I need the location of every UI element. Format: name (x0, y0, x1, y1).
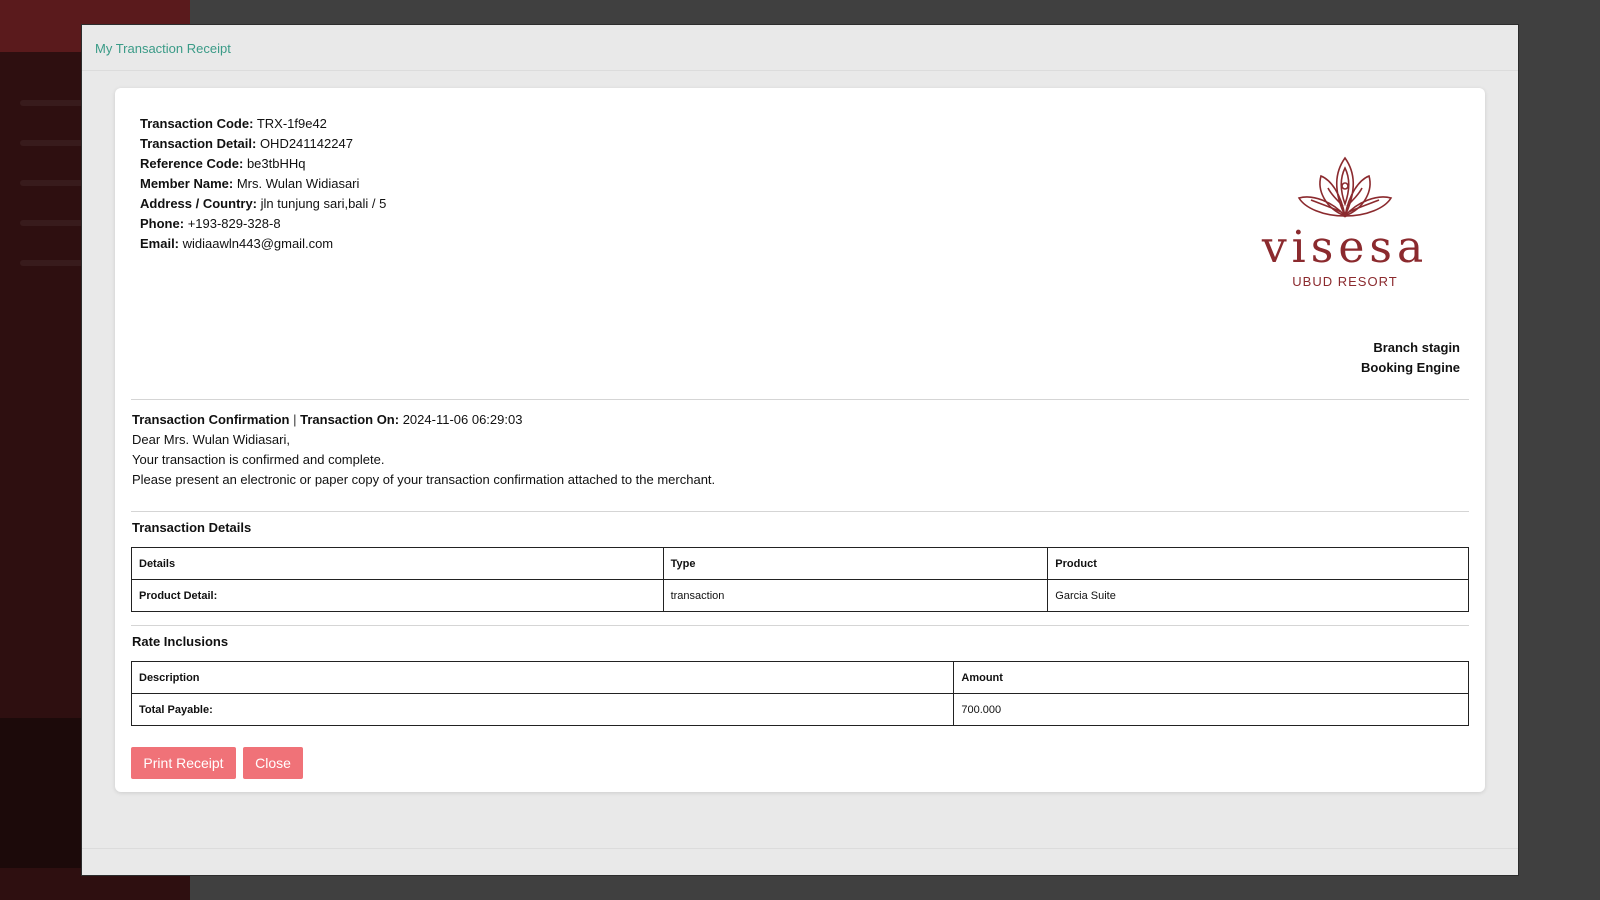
modal-title: My Transaction Receipt (95, 41, 231, 56)
phone-row: Phone: +193-829-328-8 (140, 214, 386, 234)
background-nav-item (20, 100, 90, 106)
confirmation-line-1: Your transaction is confirmed and comple… (132, 452, 385, 467)
modal-footer (82, 848, 1518, 849)
column-header: Details (131, 547, 664, 580)
transaction-code-row: Transaction Code: TRX-1f9e42 (140, 114, 386, 134)
transaction-details-title: Transaction Details (132, 520, 252, 535)
table-header-row: Description Amount (130, 661, 1469, 694)
booking-engine-label: Booking Engine (1361, 360, 1460, 375)
transaction-detail-value: OHD241142247 (259, 136, 353, 151)
logo-wordmark: visesa (1261, 222, 1429, 273)
column-header: Type (662, 547, 1049, 580)
transaction-details-table: Details Type Product Product Detail: tra… (131, 547, 1469, 612)
address-value: jln tunjung sari,bali / 5 (260, 196, 387, 211)
modal-header: My Transaction Receipt (82, 25, 1518, 71)
reference-code-label: Reference Code: (140, 156, 244, 171)
table-header-row: Details Type Product (131, 547, 1469, 580)
print-receipt-button[interactable]: Print Receipt (131, 747, 236, 779)
divider (131, 625, 1469, 626)
divider (131, 399, 1469, 400)
email-row: Email: widiaawln443@gmail.com (140, 234, 386, 254)
email-value: widiaawln443@gmail.com (182, 236, 334, 251)
branch-info: Branch stagin Booking Engine (1361, 338, 1460, 378)
member-name-row: Member Name: Mrs. Wulan Widiasari (140, 174, 386, 194)
table-cell: Product Detail: (131, 579, 664, 612)
table-cell: transaction (662, 579, 1049, 612)
resort-logo: visesa UBUD RESORT (1247, 154, 1443, 300)
column-header: Amount (953, 661, 1469, 694)
member-info: Transaction Code: TRX-1f9e42 Transaction… (140, 114, 386, 254)
confirmation-line-2: Please present an electronic or paper co… (132, 472, 716, 487)
member-name-label: Member Name: (140, 176, 234, 191)
column-header: Product (1047, 547, 1469, 580)
member-name-value: Mrs. Wulan Widiasari (236, 176, 360, 191)
transaction-detail-label: Transaction Detail: (140, 136, 257, 151)
transaction-on-value: 2024-11-06 06:29:03 (402, 412, 523, 427)
background-nav-item (20, 220, 90, 226)
transaction-code-value: TRX-1f9e42 (256, 116, 327, 131)
address-row: Address / Country: jln tunjung sari,bali… (140, 194, 386, 214)
reference-code-row: Reference Code: be3tbHHq (140, 154, 386, 174)
table-row: Total Payable: 700.000 (130, 693, 1469, 726)
transaction-code-label: Transaction Code: (140, 116, 254, 131)
close-button[interactable]: Close (243, 747, 303, 779)
table-row: Product Detail: transaction Garcia Suite (131, 579, 1469, 612)
background-nav-item (20, 140, 90, 146)
logo-subtitle: UBUD RESORT (1292, 274, 1398, 289)
rate-inclusions-title: Rate Inclusions (132, 634, 229, 649)
phone-label: Phone: (140, 216, 185, 231)
receipt-card: Transaction Code: TRX-1f9e42 Transaction… (115, 88, 1485, 792)
confirmation-heading-row: Transaction Confirmation | Transaction O… (132, 410, 715, 430)
branch-name: Branch stagin (1373, 340, 1460, 355)
confirmation-separator: | (293, 412, 297, 427)
greeting-text: Dear Mrs. Wulan Widiasari, (132, 432, 290, 447)
table-cell: Garcia Suite (1047, 579, 1469, 612)
table-cell: Total Payable: (130, 693, 955, 726)
address-label: Address / Country: (140, 196, 258, 211)
column-header: Description (130, 661, 955, 694)
lotus-icon (1297, 156, 1393, 218)
background-nav-item (20, 180, 90, 186)
phone-value: +193-829-328-8 (187, 216, 281, 231)
transaction-detail-row: Transaction Detail: OHD241142247 (140, 134, 386, 154)
confirmation-block: Transaction Confirmation | Transaction O… (132, 410, 715, 490)
reference-code-value: be3tbHHq (246, 156, 306, 171)
transaction-on-label: Transaction On: (300, 412, 400, 427)
divider (131, 511, 1469, 512)
email-label: Email: (140, 236, 180, 251)
receipt-modal: My Transaction Receipt Transaction Code:… (81, 24, 1519, 876)
rate-inclusions-table: Description Amount Total Payable: 700.00… (130, 661, 1469, 726)
table-cell: 700.000 (953, 693, 1469, 726)
confirmation-title: Transaction Confirmation (132, 412, 290, 427)
background-nav-item (20, 260, 90, 266)
